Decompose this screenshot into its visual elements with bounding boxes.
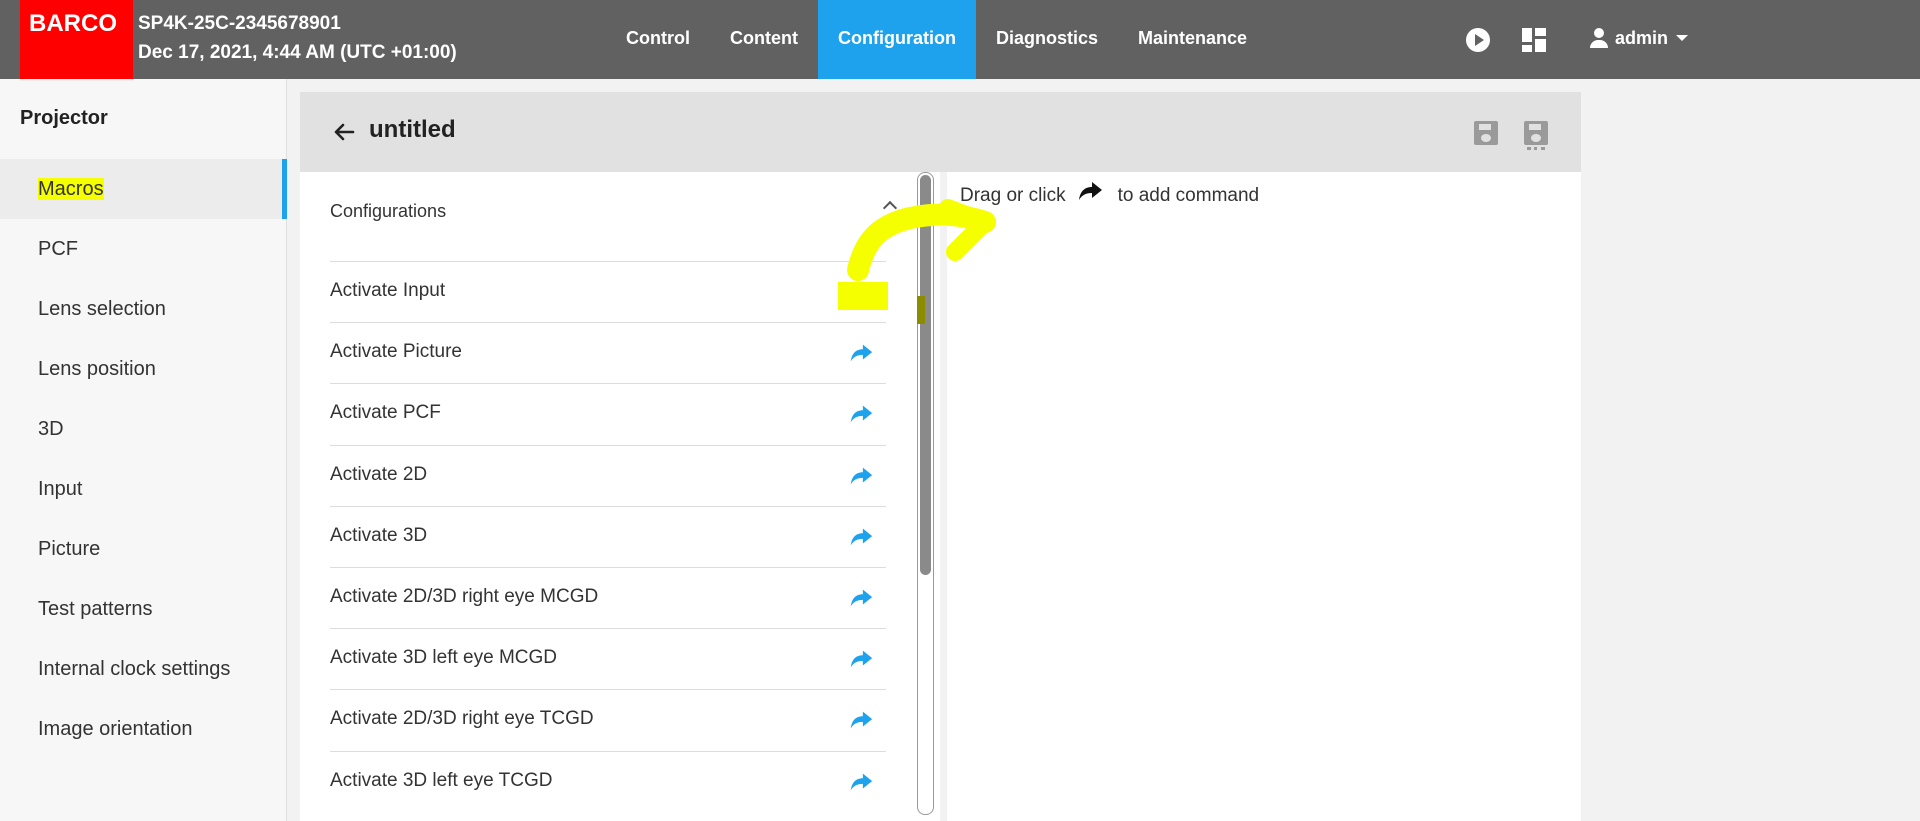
list-scrollbar[interactable] [917,172,934,815]
nav-configuration[interactable]: Configuration [817,0,976,79]
sidebar-item-label: Macros [38,178,104,200]
list-item[interactable]: Activate PCF [330,383,886,444]
nav-content[interactable]: Content [710,0,818,79]
save-as-icon[interactable] [1524,121,1548,150]
user-name: admin [1615,27,1669,48]
sidebar-item-pcf[interactable]: PCF [0,219,287,279]
add-command-arrow-icon[interactable] [848,770,874,794]
add-command-arrow-icon[interactable] [848,647,874,671]
save-icon[interactable] [1474,121,1498,145]
add-command-arrow-icon[interactable] [848,280,874,304]
forward-arrow-icon [1078,182,1102,200]
command-label: Activate 3D [330,524,428,546]
sidebar-title: Projector [20,107,108,129]
add-command-arrow-icon[interactable] [848,708,874,732]
user-icon [1588,26,1610,50]
command-label: Activate Picture [330,341,462,363]
play-icon[interactable] [1466,28,1490,52]
back-arrow-icon[interactable] [333,121,355,143]
main-nav: Control Content Configuration Diagnostic… [606,0,1267,79]
list-item[interactable]: Activate Picture [330,322,886,383]
sidebar-item-image-orientation[interactable]: Image orientation [0,699,287,759]
command-label: Activate 3D left eye TCGD [330,769,553,791]
sidebar-item-test-patterns[interactable]: Test patterns [0,579,287,639]
barco-logo[interactable]: BARCO [20,0,133,79]
list-item[interactable]: Activate Input [330,261,886,322]
nav-diagnostics[interactable]: Diagnostics [976,0,1118,79]
section-title: Configurations [330,201,447,221]
macro-header [300,92,1581,172]
command-label: Activate 2D/3D right eye TCGD [330,708,594,730]
sidebar-item-3d[interactable]: 3D [0,399,287,459]
device-id: SP4K-25C-2345678901 [138,13,341,34]
macro-commands-panel[interactable] [947,172,1581,821]
command-label: Activate 3D left eye MCGD [330,647,558,669]
device-datetime: Dec 17, 2021, 4:44 AM (UTC +01:00) [138,42,457,63]
hint-text-before: Drag or click [960,185,1066,206]
list-item[interactable]: Activate 3D [330,505,886,567]
list-item[interactable]: Activate 3D left eye MCGD [330,628,886,689]
add-command-arrow-icon[interactable] [848,586,874,610]
list-item[interactable]: Activate 2D/3D right eye TCGD [330,689,886,750]
sidebar-item-lens-position[interactable]: Lens position [0,339,287,399]
command-label: Activate 2D/3D right eye MCGD [330,586,599,607]
logo-text: BARCO [29,10,117,37]
list-item[interactable]: Activate 2D [330,444,886,506]
sidebar-item-input[interactable]: Input [0,459,287,519]
sidebar: Projector Macros PCF Lens selection Lens… [0,79,287,821]
command-label: Activate PCF [330,402,441,424]
caret-down-icon [1676,35,1689,41]
macro-title: untitled [369,116,456,143]
nav-control[interactable]: Control [606,0,710,79]
add-command-arrow-icon[interactable] [848,341,874,365]
list-item[interactable]: Activate 2D/3D right eye MCGD [330,567,886,628]
sidebar-item-lens-selection[interactable]: Lens selection [0,279,287,339]
user-menu[interactable]: admin [1588,26,1689,50]
device-info: SP4K-25C-2345678901 Dec 17, 2021, 4:44 A… [138,9,457,67]
add-command-arrow-icon[interactable] [848,402,874,426]
hint-text-after: to add command [1117,185,1260,206]
command-label: Activate 2D [330,463,428,485]
add-command-hint: Drag or click to add command [960,182,1260,207]
dashboard-icon[interactable] [1522,28,1546,52]
add-command-arrow-icon[interactable] [848,464,874,488]
command-label: Activate Input [330,280,446,301]
sidebar-item-internal-clock[interactable]: Internal clock settings [0,639,287,699]
top-bar: BARCO SP4K-25C-2345678901 Dec 17, 2021, … [0,0,1920,79]
nav-maintenance[interactable]: Maintenance [1118,0,1267,79]
list-item[interactable]: Activate 3D left eye TCGD [330,750,886,812]
sidebar-item-macros[interactable]: Macros [0,159,287,219]
add-command-arrow-icon[interactable] [848,525,874,549]
sidebar-item-picture[interactable]: Picture [0,519,287,579]
scrollbar-thumb[interactable] [920,175,931,575]
